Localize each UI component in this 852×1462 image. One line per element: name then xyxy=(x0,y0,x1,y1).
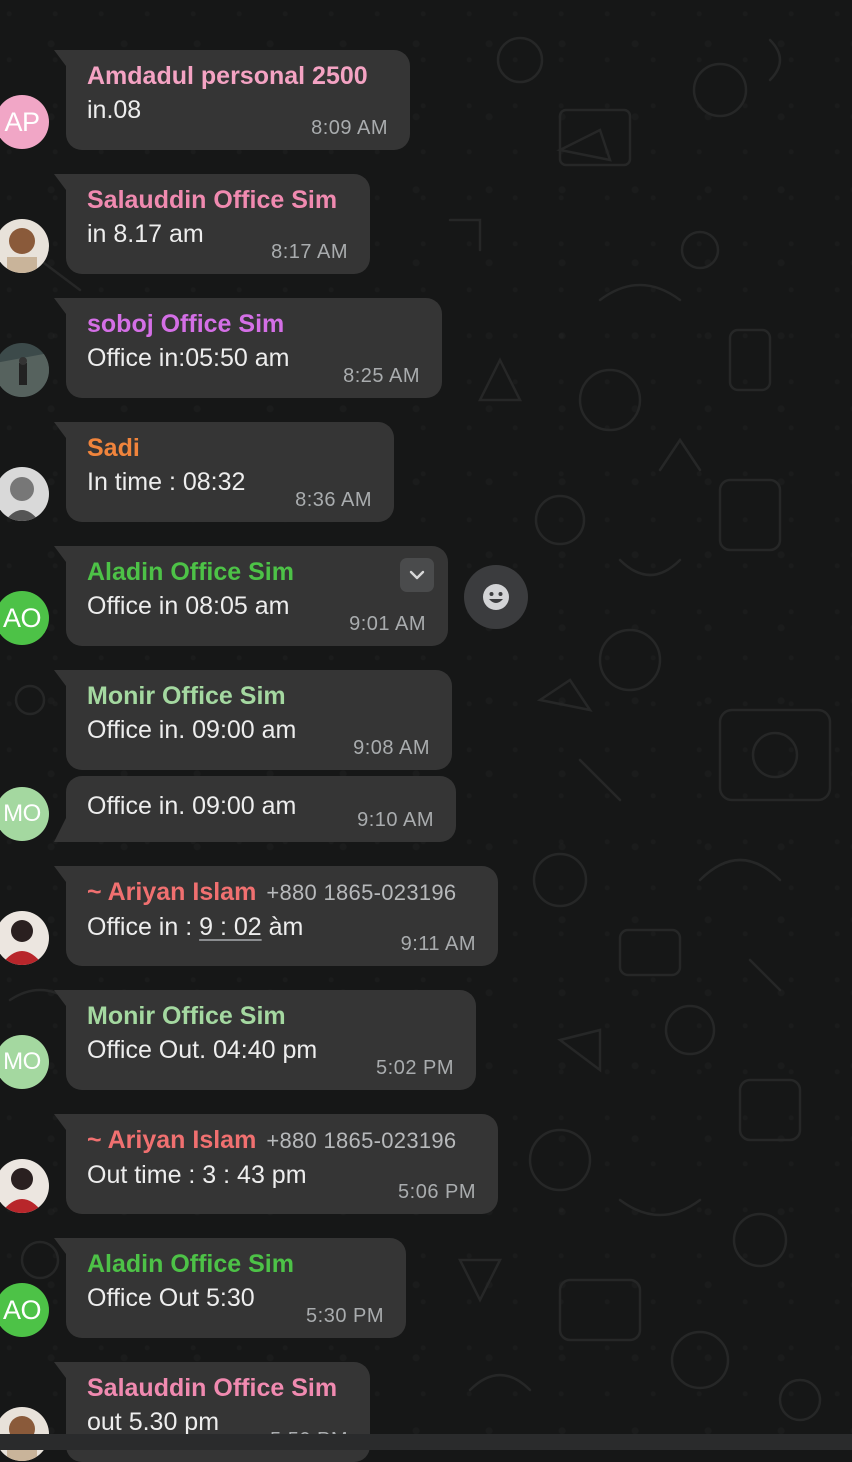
message-time: 8:36 AM xyxy=(295,489,372,511)
message-bubble[interactable]: Amdadul personal 2500 in.08 8:09 AM xyxy=(54,50,410,150)
sender-name[interactable]: Aladin Office Sim xyxy=(87,556,426,588)
sender-name[interactable]: ~ Ariyan Islam +880 1865-023196 xyxy=(87,876,476,909)
sender-name-text[interactable]: ~ Ariyan Islam xyxy=(87,878,256,906)
chevron-down-icon xyxy=(409,570,425,580)
message-bubble[interactable]: Monir Office Sim Office in. 09:00 am 9:0… xyxy=(54,670,452,770)
sender-name[interactable]: soboj Office Sim xyxy=(87,308,420,340)
sender-phone: +880 1865-023196 xyxy=(266,880,457,905)
message-bubble[interactable]: Sadi In time : 08:32 8:36 AM xyxy=(54,422,394,522)
sender-name[interactable]: Amdadul personal 2500 xyxy=(87,60,388,92)
message-time: 9:10 AM xyxy=(357,809,434,831)
react-button[interactable] xyxy=(464,565,528,629)
message-time: 8:09 AM xyxy=(311,117,388,139)
composer-edge xyxy=(0,1434,852,1450)
message-time: 9:11 AM xyxy=(400,933,476,955)
sender-name[interactable]: Salauddin Office Sim xyxy=(87,1372,348,1404)
message-time: 5:02 PM xyxy=(376,1057,454,1079)
message-bubble[interactable]: Salauddin Office Sim in 8.17 am 8:17 AM xyxy=(54,174,370,274)
message-bubble[interactable]: Office in. 09:00 am 9:10 AM xyxy=(54,776,456,842)
message-bubble[interactable]: ~ Ariyan Islam +880 1865-023196 Office in… xyxy=(54,866,498,966)
emoji-icon xyxy=(483,584,509,610)
message-bubble[interactable]: soboj Office Sim Office in:05:50 am 8:25… xyxy=(54,298,442,398)
sender-name-text[interactable]: ~ Ariyan Islam xyxy=(87,1126,256,1154)
sender-name[interactable]: ~ Ariyan Islam +880 1865-023196 xyxy=(87,1124,476,1157)
message-bubble[interactable]: Aladin Office Sim Office in 08:05 am 9:0… xyxy=(54,546,448,646)
message-time: 5:30 PM xyxy=(306,1305,384,1327)
message-time: 9:08 AM xyxy=(353,737,430,759)
sender-name[interactable]: Monir Office Sim xyxy=(87,680,430,712)
message-bubble[interactable]: ~ Ariyan Islam +880 1865-023196 Out time … xyxy=(54,1114,498,1214)
sender-name[interactable]: Aladin Office Sim xyxy=(87,1248,384,1280)
message-time: 9:01 AM xyxy=(349,613,426,635)
message-time: 8:25 AM xyxy=(343,365,420,387)
message-time: 5:06 PM xyxy=(398,1181,476,1203)
sender-name[interactable]: Monir Office Sim xyxy=(87,1000,454,1032)
message-bubble[interactable]: Monir Office Sim Office Out. 04:40 pm 5:… xyxy=(54,990,476,1090)
message-bubble[interactable]: Aladin Office Sim Office Out 5:30 5:30 P… xyxy=(54,1238,406,1338)
message-time: 8:17 AM xyxy=(271,241,348,263)
message-menu-button[interactable] xyxy=(400,558,434,592)
sender-name[interactable]: Salauddin Office Sim xyxy=(87,184,348,216)
sender-name[interactable]: Sadi xyxy=(87,432,372,464)
detected-time-link[interactable]: 9 : 02 xyxy=(199,913,262,941)
sender-phone: +880 1865-023196 xyxy=(266,1128,457,1153)
